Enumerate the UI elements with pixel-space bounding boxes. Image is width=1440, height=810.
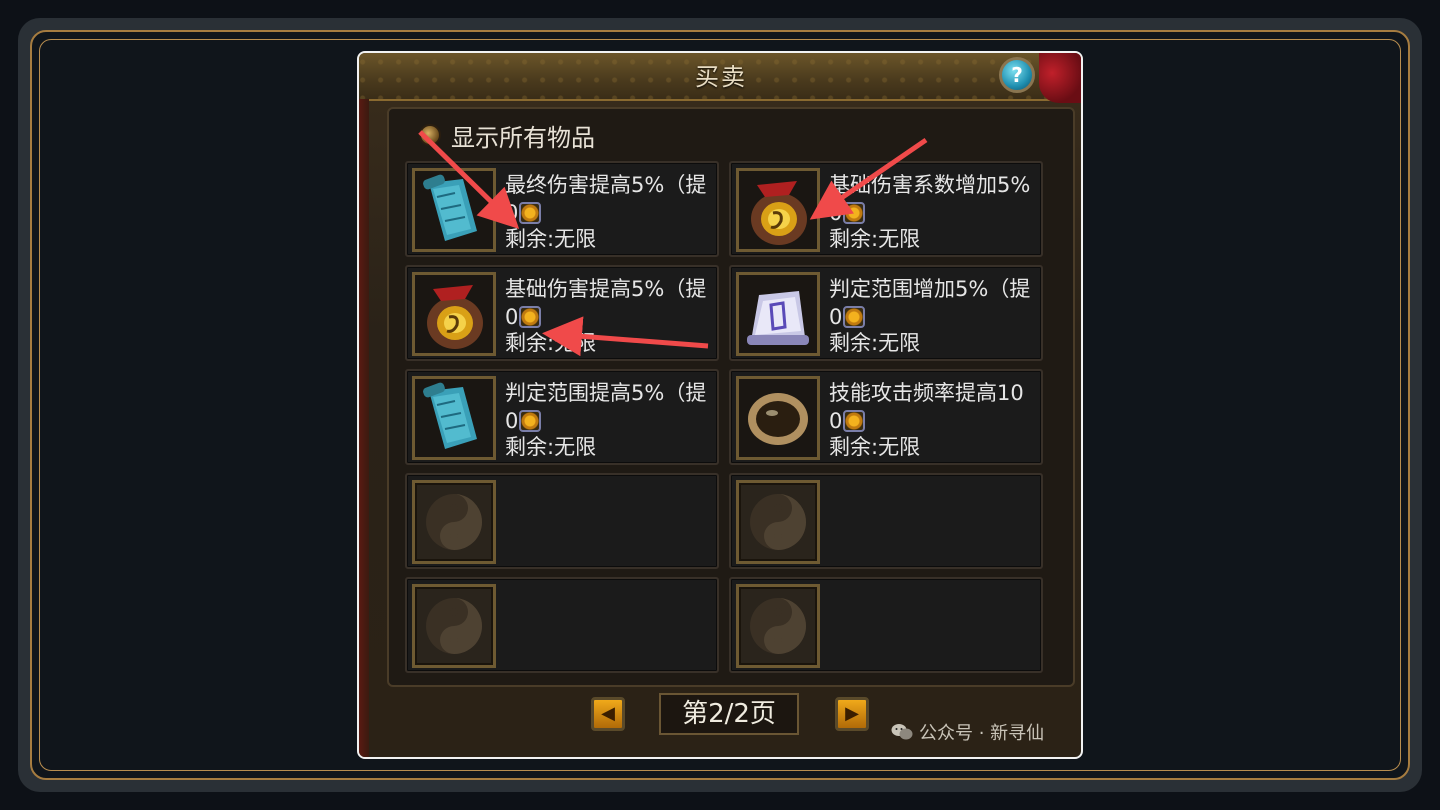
prev-page-button[interactable]: ◀ (591, 697, 625, 731)
gold-pouch-icon (412, 272, 496, 356)
item-cell[interactable]: 最终伤害提高5%（提 0 剩余:无限 (405, 161, 719, 257)
item-cell[interactable]: 判定范围提高5%（提 0 剩余:无限 (405, 369, 719, 465)
empty-cell[interactable] (405, 577, 719, 673)
item-price: 0 (829, 201, 866, 225)
coin-icon (843, 410, 866, 432)
item-name: 基础伤害提高5%（提 (505, 277, 707, 301)
left-rail (359, 99, 369, 757)
item-price: 0 (505, 201, 542, 225)
item-price: 0 (829, 305, 866, 329)
empty-cell[interactable] (405, 473, 719, 569)
item-cell[interactable]: 基础伤害系数增加5% 0 剩余:无限 (729, 161, 1043, 257)
window-title: 买卖 (695, 63, 747, 91)
blue-scroll-icon (412, 376, 496, 460)
coin-icon (843, 306, 866, 328)
item-price: 0 (505, 409, 542, 433)
yin-yang-icon (736, 584, 820, 668)
blue-scroll-icon (412, 168, 496, 252)
wechat-icon (891, 724, 913, 740)
price-value: 0 (829, 409, 843, 433)
item-price: 0 (829, 409, 866, 433)
item-name: 技能攻击频率提高10 (829, 381, 1024, 405)
price-value: 0 (829, 201, 843, 225)
yin-yang-icon (412, 584, 496, 668)
coin-icon (519, 306, 542, 328)
item-price: 0 (505, 305, 542, 329)
coin-icon (843, 202, 866, 224)
help-button[interactable]: ? (999, 57, 1035, 93)
corner-ornament (1039, 53, 1081, 103)
trade-window: 买卖 ? 显示所有物品 最终伤害提高5%（提 0 剩余:无限 基础伤害系数增加5… (357, 51, 1083, 759)
item-remaining: 剩余:无限 (829, 435, 921, 459)
item-name: 判定范围增加5%（提 (829, 277, 1031, 301)
gold-ring-icon (736, 376, 820, 460)
price-value: 0 (505, 409, 519, 433)
yin-yang-icon (412, 480, 496, 564)
price-value: 0 (505, 201, 519, 225)
gold-pouch-icon (736, 168, 820, 252)
item-name: 判定范围提高5%（提 (505, 381, 707, 405)
coin-icon (519, 202, 542, 224)
item-remaining: 剩余:无限 (829, 331, 921, 355)
item-grid: 最终伤害提高5%（提 0 剩余:无限 基础伤害系数增加5% 0 剩余:无限 基础… (405, 161, 1049, 677)
item-remaining: 剩余:无限 (829, 227, 921, 251)
page-indicator: 第2/2页 (659, 693, 799, 735)
item-name: 最终伤害提高5%（提 (505, 173, 707, 197)
watermark: 公众号 · 新寻仙 (891, 719, 1044, 745)
purple-scroll-icon (736, 272, 820, 356)
empty-cell[interactable] (729, 577, 1043, 673)
item-cell[interactable]: 技能攻击频率提高10 0 剩余:无限 (729, 369, 1043, 465)
price-value: 0 (829, 305, 843, 329)
watermark-text: 公众号 · 新寻仙 (919, 723, 1045, 744)
yin-yang-icon (736, 480, 820, 564)
item-cell[interactable]: 判定范围增加5%（提 0 剩余:无限 (729, 265, 1043, 361)
item-remaining: 剩余:无限 (505, 435, 597, 459)
filter-label: 显示所有物品 (451, 123, 595, 152)
item-cell[interactable]: 基础伤害提高5%（提 0 剩余:无限 (405, 265, 719, 361)
price-value: 0 (505, 305, 519, 329)
next-page-button[interactable]: ▶ (835, 697, 869, 731)
radio-button[interactable] (419, 124, 441, 146)
item-remaining: 剩余:无限 (505, 227, 597, 251)
item-remaining: 剩余:无限 (505, 331, 597, 355)
item-name: 基础伤害系数增加5% (829, 173, 1031, 197)
title-bar: 买卖 ? (359, 53, 1081, 103)
empty-cell[interactable] (729, 473, 1043, 569)
show-all-toggle[interactable]: 显示所有物品 (419, 117, 595, 153)
coin-icon (519, 410, 542, 432)
